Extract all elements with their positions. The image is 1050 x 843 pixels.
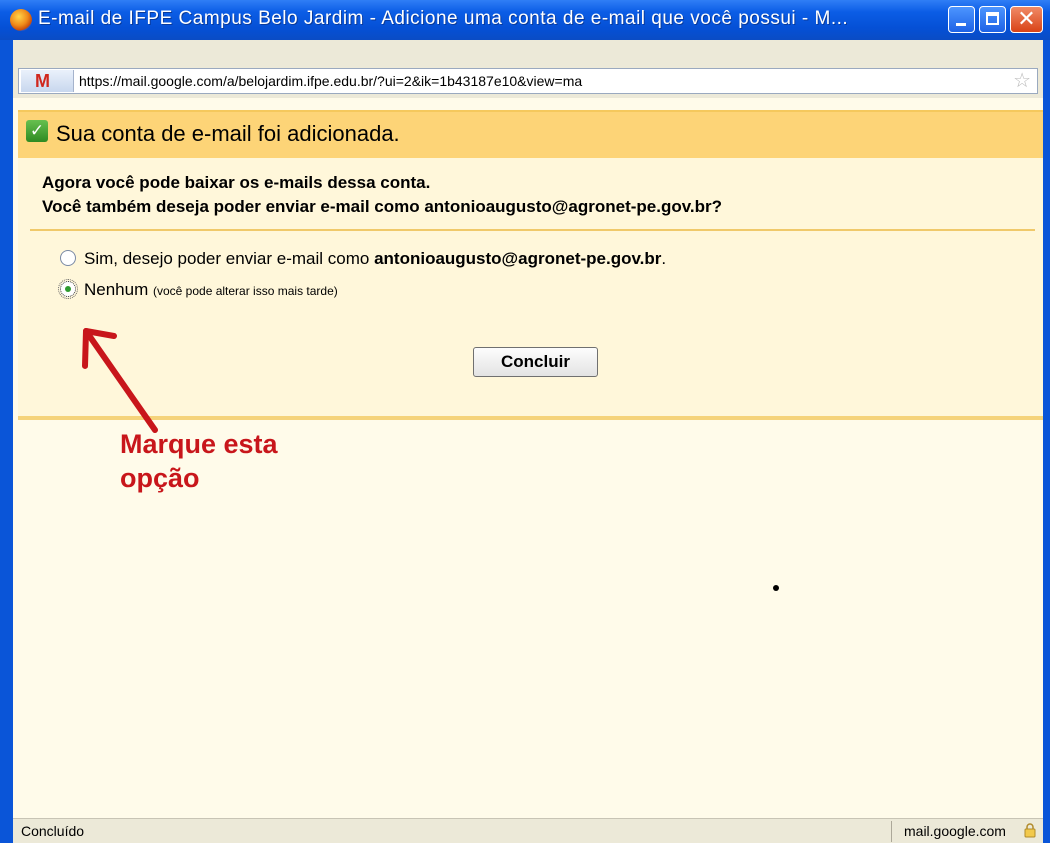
status-domain-panel: mail.google.com	[891, 821, 1044, 842]
close-button[interactable]: ✕	[1010, 6, 1043, 33]
annotation-text: Marque esta opção	[120, 427, 278, 495]
window-title: E-mail de IFPE Campus Belo Jardim - Adic…	[38, 8, 849, 29]
status-text: Concluído	[21, 823, 85, 839]
annotation-line-2: opção	[120, 463, 200, 493]
concluir-button[interactable]: Concluir	[473, 347, 598, 377]
annotation-line-1: Marque esta	[120, 429, 278, 459]
star-icon[interactable]: ☆	[1013, 70, 1031, 92]
title-bar[interactable]: E-mail de IFPE Campus Belo Jardim - Adic…	[0, 0, 1050, 40]
minimize-icon	[956, 23, 966, 26]
address-bar: M https://mail.google.com/a/belojardim.i…	[13, 62, 1043, 98]
option-send-as-suffix: .	[661, 249, 667, 268]
status-bar: Concluído mail.google.com	[13, 818, 1043, 843]
page-content: ✓ Sua conta de e-mail foi adicionada. Ag…	[13, 98, 1043, 818]
toolbar-spacer	[13, 40, 1043, 62]
maximize-icon	[986, 12, 999, 25]
url-text[interactable]: https://mail.google.com/a/belojardim.ifp…	[79, 73, 582, 89]
gmail-m-icon: M	[21, 70, 74, 92]
firefox-icon	[10, 9, 32, 31]
maximize-button[interactable]	[979, 6, 1006, 33]
url-field[interactable]: M https://mail.google.com/a/belojardim.i…	[18, 68, 1038, 94]
minimize-button[interactable]	[948, 6, 975, 33]
stray-dot	[773, 585, 779, 591]
browser-window: E-mail de IFPE Campus Belo Jardim - Adic…	[0, 0, 1050, 843]
lock-icon[interactable]	[1024, 823, 1036, 838]
option-send-as-email: antonioaugusto@agronet-pe.gov.br	[374, 249, 662, 268]
status-domain: mail.google.com	[904, 823, 1006, 839]
close-icon: ✕	[1017, 7, 1036, 32]
